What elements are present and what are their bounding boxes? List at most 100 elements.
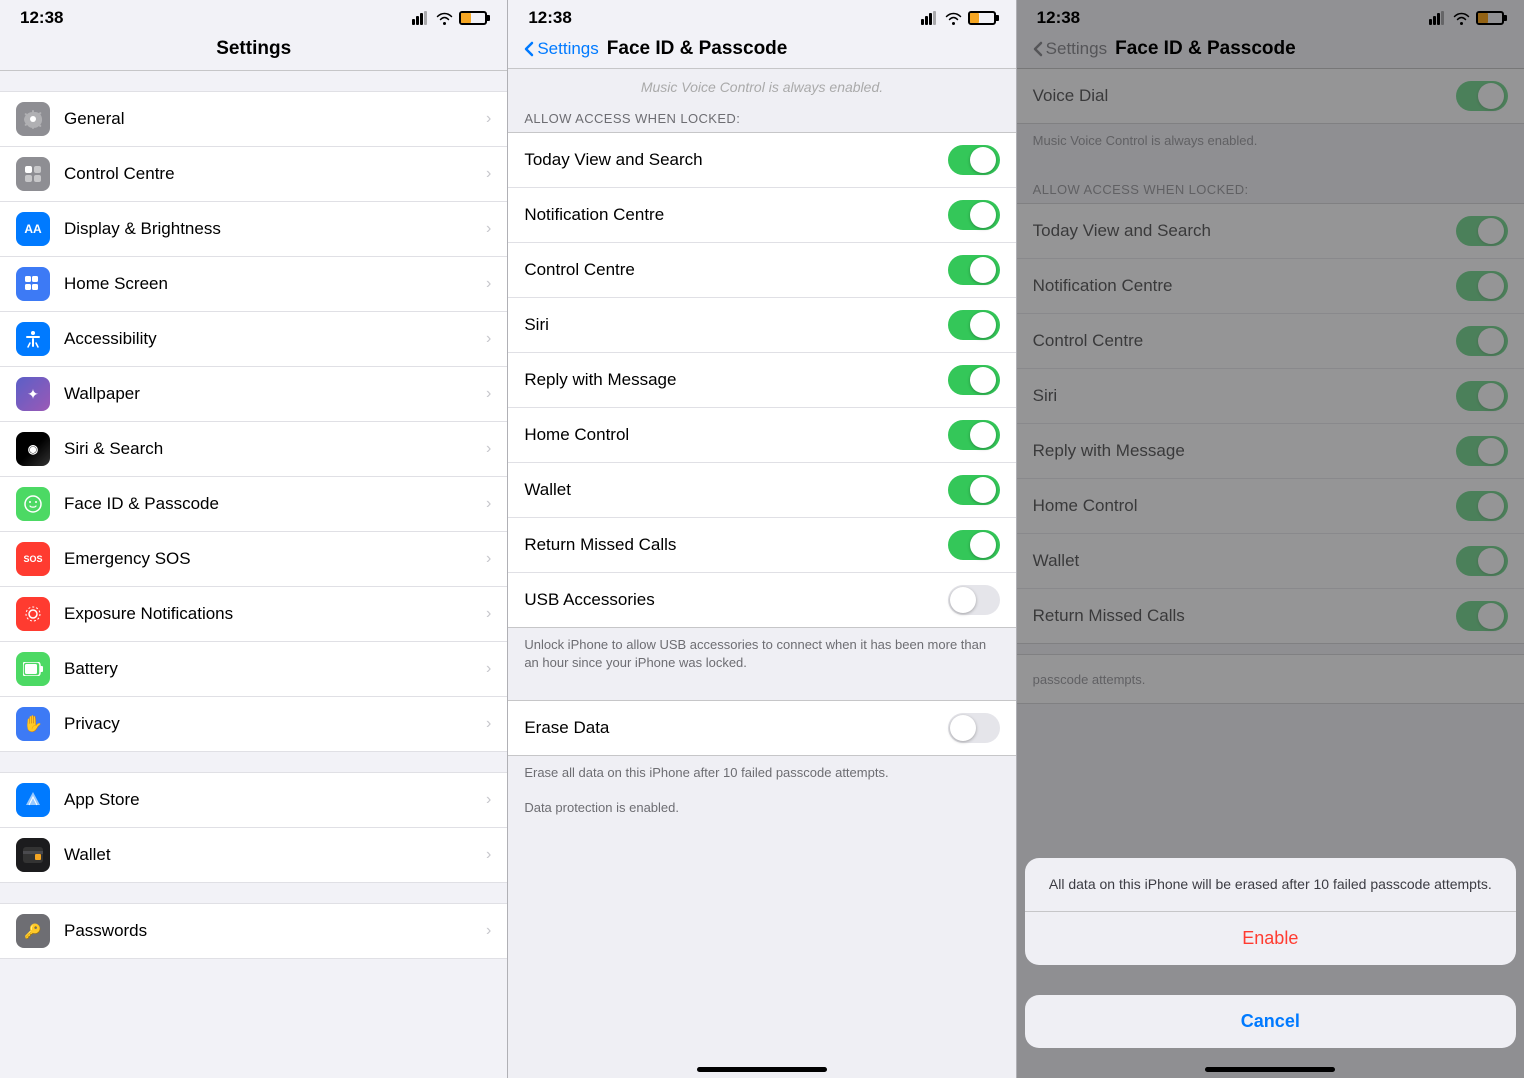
toggle-label-reply-2: Reply with Message: [524, 370, 947, 390]
toggle-missed-2[interactable]: [948, 530, 1000, 560]
toggle-control-2[interactable]: [948, 255, 1000, 285]
settings-row-appstore[interactable]: App Store ›: [0, 772, 507, 828]
wallet-icon-svg: [23, 847, 43, 863]
general-chevron: ›: [486, 110, 491, 128]
privacy-chevron: ›: [486, 715, 491, 733]
settings-row-wallpaper[interactable]: ✦ Wallpaper ›: [0, 367, 507, 422]
toggle-reply-2[interactable]: [948, 365, 1000, 395]
status-time-1: 12:38: [20, 8, 63, 28]
passwords-label: Passwords: [64, 921, 486, 941]
appstore-chevron: ›: [486, 791, 491, 809]
toggle-label-today-2: Today View and Search: [524, 150, 947, 170]
exposure-chevron: ›: [486, 605, 491, 623]
settings-row-exposure[interactable]: Exposure Notifications ›: [0, 587, 507, 642]
passwords-icon: 🔑: [16, 914, 50, 948]
wallpaper-label: Wallpaper: [64, 384, 486, 404]
accessibility-icon: [16, 322, 50, 356]
toggle-list-2: Today View and Search Notification Centr…: [508, 132, 1015, 628]
accessibility-icon-svg: [23, 329, 43, 349]
settings-row-homescreen[interactable]: Home Screen ›: [0, 257, 507, 312]
display-label: Display & Brightness: [64, 219, 486, 239]
settings-row-sos[interactable]: SOS Emergency SOS ›: [0, 532, 507, 587]
toggle-row-missed-2[interactable]: Return Missed Calls: [508, 518, 1015, 573]
settings-row-accessibility[interactable]: Accessibility ›: [0, 312, 507, 367]
toggle-row-reply-2[interactable]: Reply with Message: [508, 353, 1015, 408]
privacy-icon-text: ✋: [23, 714, 43, 734]
settings-section-2: App Store › Wallet ›: [0, 772, 507, 883]
toggle-row-erase[interactable]: Erase Data: [508, 701, 1015, 755]
back-button-2[interactable]: Settings: [524, 39, 598, 59]
sos-chevron: ›: [486, 550, 491, 568]
toggle-siri-2[interactable]: [948, 310, 1000, 340]
status-icons-2: [921, 11, 996, 25]
settings-row-faceid[interactable]: Face ID & Passcode ›: [0, 477, 507, 532]
settings-row-display[interactable]: AA Display & Brightness ›: [0, 202, 507, 257]
usb-description: Unlock iPhone to allow USB accessories t…: [508, 628, 1015, 688]
control-centre-icon: [23, 164, 43, 184]
settings-row-battery[interactable]: Battery ›: [0, 642, 507, 697]
wallpaper-icon-text: ✦: [27, 386, 39, 403]
passwords-icon-text: 🔑: [24, 923, 41, 940]
alert-overlay: All data on this iPhone will be erased a…: [1017, 0, 1524, 1078]
toggle-row-control-2[interactable]: Control Centre: [508, 243, 1015, 298]
accessibility-chevron: ›: [486, 330, 491, 348]
settings-row-privacy[interactable]: ✋ Privacy ›: [0, 697, 507, 752]
siri-icon-text: ◉: [28, 442, 38, 456]
enable-button[interactable]: Enable: [1025, 912, 1516, 965]
erase-description: Erase all data on this iPhone after 10 f…: [508, 756, 1015, 798]
settings-row-wallet[interactable]: Wallet ›: [0, 828, 507, 883]
wallpaper-chevron: ›: [486, 385, 491, 403]
sos-icon-text: SOS: [23, 554, 42, 564]
toggle-label-wallet-2: Wallet: [524, 480, 947, 500]
battery-container: [459, 11, 487, 25]
exposure-icon-svg: [23, 604, 43, 624]
toggle-label-missed-2: Return Missed Calls: [524, 535, 947, 555]
accessibility-label: Accessibility: [64, 329, 486, 349]
signal-icon: [412, 11, 430, 25]
display-icon: AA: [16, 212, 50, 246]
passwords-chevron: ›: [486, 922, 491, 940]
wallet-icon: [16, 838, 50, 872]
toggle-notification-2[interactable]: [948, 200, 1000, 230]
siri-chevron: ›: [486, 440, 491, 458]
toggle-usb-2[interactable]: [948, 585, 1000, 615]
data-protection-text: Data protection is enabled.: [508, 799, 1015, 833]
toggle-homecontrol-2[interactable]: [948, 420, 1000, 450]
toggle-row-siri-2[interactable]: Siri: [508, 298, 1015, 353]
status-bar-2: 12:38: [508, 0, 1015, 32]
signal-icon-2: [921, 11, 939, 25]
exposure-icon: [16, 597, 50, 631]
settings-nav-header: Settings: [0, 32, 507, 71]
back-label-2: Settings: [537, 39, 598, 59]
battery-icon-2: [968, 11, 996, 25]
settings-row-siri[interactable]: ◉ Siri & Search ›: [0, 422, 507, 477]
display-chevron: ›: [486, 220, 491, 238]
display-icon-text: AA: [24, 222, 41, 236]
homescreen-label: Home Screen: [64, 274, 486, 294]
toggle-row-today-2[interactable]: Today View and Search: [508, 133, 1015, 188]
toggle-row-homecontrol-2[interactable]: Home Control: [508, 408, 1015, 463]
cancel-button[interactable]: Cancel: [1025, 995, 1516, 1048]
faceid-chevron: ›: [486, 495, 491, 513]
appstore-label: App Store: [64, 790, 486, 810]
toggle-today-2[interactable]: [948, 145, 1000, 175]
toggle-row-notification-2[interactable]: Notification Centre: [508, 188, 1015, 243]
gear-icon: [23, 109, 43, 129]
settings-row-general[interactable]: General ›: [0, 91, 507, 147]
wallet-chevron: ›: [486, 846, 491, 864]
toggle-row-usb-2[interactable]: USB Accessories: [508, 573, 1015, 627]
toggle-erase[interactable]: [948, 713, 1000, 743]
toggle-row-wallet-2[interactable]: Wallet: [508, 463, 1015, 518]
settings-row-passwords[interactable]: 🔑 Passwords ›: [0, 903, 507, 959]
control-chevron: ›: [486, 165, 491, 183]
appstore-icon-svg: [23, 790, 43, 810]
faceid-content-2[interactable]: Music Voice Control is always enabled. A…: [508, 69, 1015, 1059]
back-chevron-2: [524, 41, 534, 57]
toggle-wallet-2[interactable]: [948, 475, 1000, 505]
settings-list[interactable]: General › Control Centre › AA: [0, 71, 507, 1078]
toggle-label-siri-2: Siri: [524, 315, 947, 335]
erase-section: Erase Data: [508, 700, 1015, 756]
status-icons-1: [412, 11, 487, 25]
settings-section-3: 🔑 Passwords ›: [0, 903, 507, 959]
settings-row-control[interactable]: Control Centre ›: [0, 147, 507, 202]
